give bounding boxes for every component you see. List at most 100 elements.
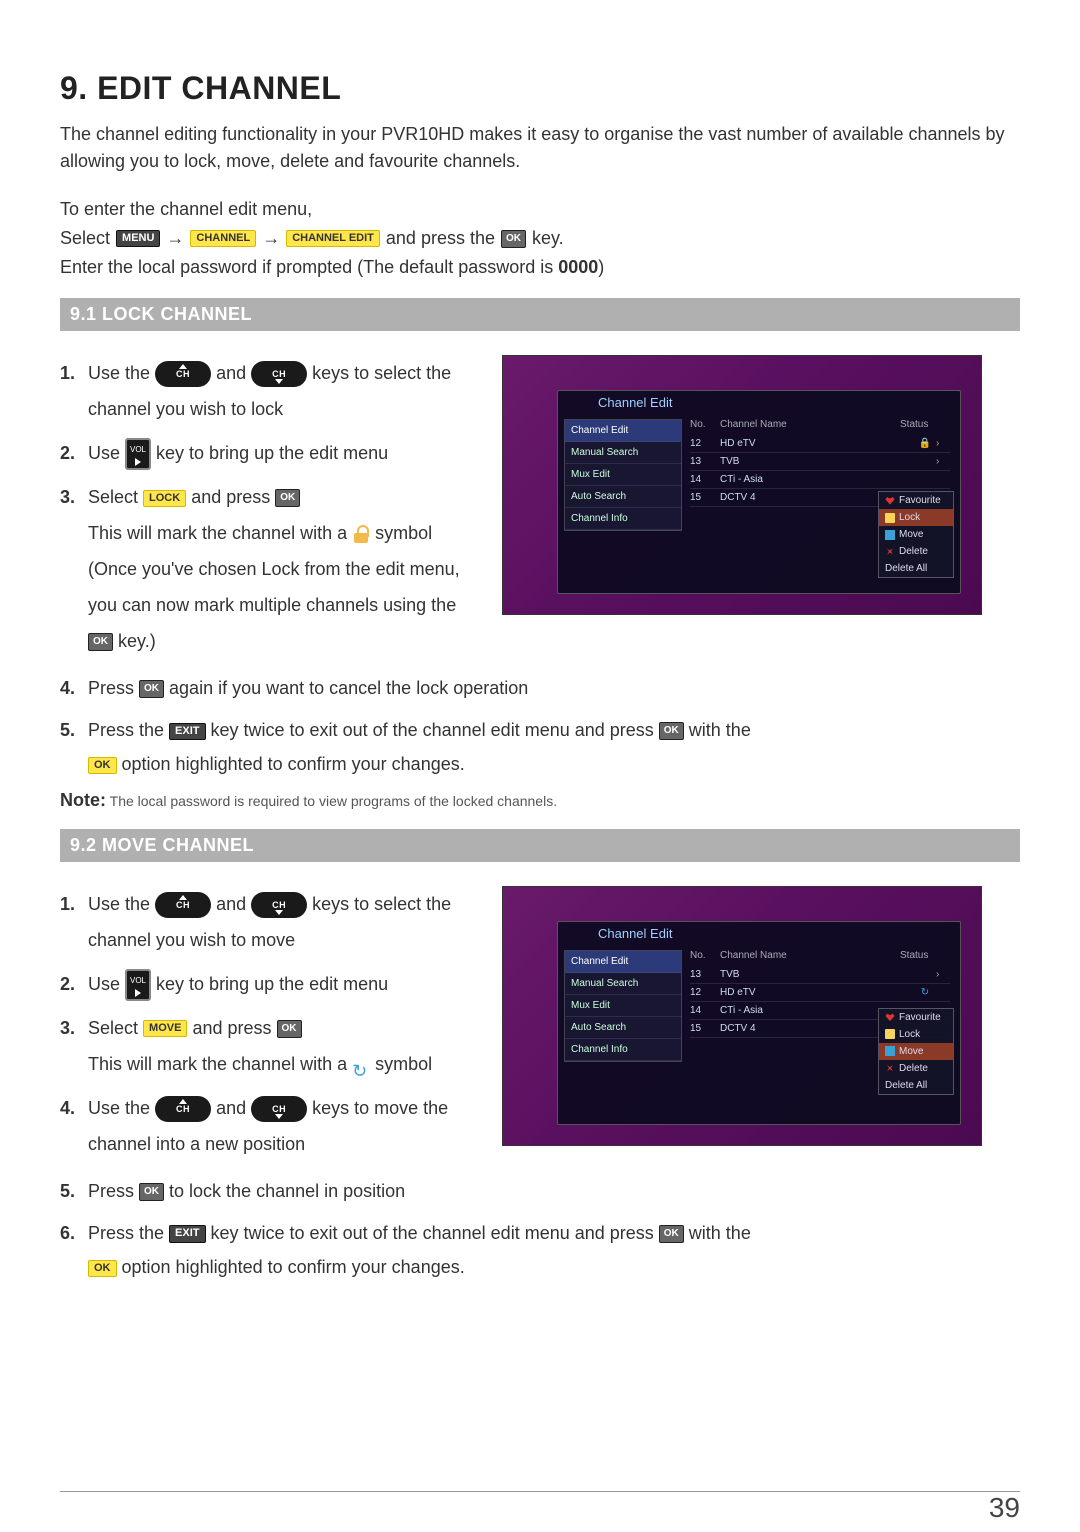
- text: Use the: [88, 363, 155, 383]
- move-step-3: 3. Select MOVE and press OK This will ma…: [88, 1010, 480, 1082]
- menu-key-badge: MENU: [116, 230, 160, 247]
- text: key to bring up the edit menu: [156, 443, 388, 463]
- text: and: [216, 1098, 251, 1118]
- page-footer-rule: [60, 1491, 1020, 1492]
- shot-table-header: No.Channel NameStatus: [690, 419, 950, 430]
- pw-suffix: ): [598, 257, 604, 277]
- move-option-badge: MOVE: [143, 1020, 187, 1037]
- text: and: [216, 894, 251, 914]
- sidebar-item: Manual Search: [565, 442, 681, 464]
- sidebar-item: Channel Info: [565, 1039, 681, 1061]
- section-9-2-header: 9.2 MOVE CHANNEL: [60, 829, 1020, 862]
- lock-step-5: 5. Press the EXIT key twice to exit out …: [88, 713, 1020, 781]
- password-line: Enter the local password if prompted (Th…: [60, 257, 1020, 278]
- text: Use: [88, 443, 125, 463]
- sidebar-item: Auto Search: [565, 1017, 681, 1039]
- text: key to bring up the edit menu: [156, 974, 388, 994]
- ok-option-badge: OK: [88, 757, 117, 774]
- text: and press: [191, 487, 275, 507]
- ok-key-badge: OK: [659, 722, 684, 740]
- sidebar-item: Channel Edit: [565, 420, 681, 442]
- ch-up-key-icon: CH: [155, 1096, 211, 1122]
- ok-key-badge: OK: [139, 680, 164, 698]
- sidebar-item: Auto Search: [565, 486, 681, 508]
- ch-up-key-icon: CH: [155, 361, 211, 387]
- lock-option-badge: LOCK: [143, 490, 186, 507]
- move-step-6: 6. Press the EXIT key twice to exit out …: [88, 1216, 1020, 1284]
- lock-step-2: 2. Use VOL key to bring up the edit menu: [88, 435, 480, 471]
- ch-up-key-icon: CH: [155, 892, 211, 918]
- shot-sidebar: Channel Edit Manual Search Mux Edit Auto…: [564, 950, 682, 1062]
- heart-icon: [885, 496, 895, 506]
- vol-right-key-icon: VOL: [125, 438, 151, 470]
- lock-icon: [885, 1029, 895, 1039]
- channel-edit-menu-badge: CHANNEL EDIT: [286, 230, 380, 247]
- lock-icon: [352, 525, 370, 543]
- shot-popup: Favourite Lock Move Delete Delete All: [878, 1008, 954, 1095]
- note-label: Note:: [60, 790, 106, 810]
- intro-text: The channel editing functionality in you…: [60, 121, 1020, 175]
- ok-key-badge: OK: [501, 230, 526, 248]
- ok-option-badge: OK: [88, 1260, 117, 1277]
- screenshot-lock: Channel Edit Channel Edit Manual Search …: [502, 355, 982, 615]
- text: with the: [689, 1223, 751, 1243]
- ok-key-badge: OK: [139, 1183, 164, 1201]
- text: symbol: [375, 1054, 432, 1074]
- move-step-2: 2. Use VOL key to bring up the edit menu: [88, 966, 480, 1002]
- move-step-4: 4. Use the CH and CH keys to move the ch…: [88, 1090, 480, 1162]
- text: Press: [88, 678, 139, 698]
- lock-step-4: 4. Press OK again if you want to cancel …: [88, 671, 1020, 705]
- ok-key-badge: OK: [275, 489, 300, 507]
- pw-prefix: Enter the local password if prompted (Th…: [60, 257, 558, 277]
- move-icon: [352, 1057, 370, 1073]
- text: with the: [689, 720, 751, 740]
- select-prefix: Select: [60, 228, 110, 249]
- text: to lock the channel in position: [169, 1181, 405, 1201]
- select-mid: and press the: [386, 228, 495, 249]
- move-step-1: 1. Use the CH and CH keys to select the …: [88, 886, 480, 958]
- text: option highlighted to confirm your chang…: [122, 754, 465, 774]
- section-9-1-header: 9.1 LOCK CHANNEL: [60, 298, 1020, 331]
- note-line: Note: The local password is required to …: [60, 790, 1020, 811]
- page-heading: 9. EDIT CHANNEL: [60, 70, 1020, 107]
- delete-icon: [885, 547, 895, 557]
- text: key twice to exit out of the channel edi…: [211, 720, 659, 740]
- ok-key-badge: OK: [277, 1020, 302, 1038]
- move-icon: [885, 530, 895, 540]
- select-suffix: key.: [532, 228, 564, 249]
- ok-key-badge: OK: [88, 633, 113, 651]
- text: Press the: [88, 1223, 169, 1243]
- sidebar-item: Manual Search: [565, 973, 681, 995]
- lock-step-1: 1. Use the CH and CH keys to select the …: [88, 355, 480, 427]
- enter-instruction: To enter the channel edit menu,: [60, 199, 1020, 220]
- text: Press: [88, 1181, 139, 1201]
- text: Select: [88, 487, 143, 507]
- sidebar-item: Mux Edit: [565, 995, 681, 1017]
- text: Use: [88, 974, 125, 994]
- text: and: [216, 363, 251, 383]
- text: Use the: [88, 1098, 155, 1118]
- channel-menu-badge: CHANNEL: [190, 230, 256, 247]
- shot-sidebar: Channel Edit Manual Search Mux Edit Auto…: [564, 419, 682, 531]
- move-icon: [885, 1046, 895, 1056]
- screenshot-move: Channel Edit Channel Edit Manual Search …: [502, 886, 982, 1146]
- ok-key-badge: OK: [659, 1225, 684, 1243]
- text: Use the: [88, 894, 155, 914]
- ch-down-key-icon: CH: [251, 361, 307, 387]
- lock-step-3: 3. Select LOCK and press OK This will ma…: [88, 479, 480, 659]
- exit-key-badge: EXIT: [169, 723, 205, 740]
- text: This will mark the channel with a: [88, 523, 352, 543]
- text: and press: [192, 1018, 276, 1038]
- text: key.): [118, 631, 156, 651]
- sidebar-item: Channel Edit: [565, 951, 681, 973]
- text: This will mark the channel with a: [88, 1054, 352, 1074]
- exit-key-badge: EXIT: [169, 1225, 205, 1242]
- pw-value: 0000: [558, 257, 598, 277]
- note-text: The local password is required to view p…: [106, 793, 557, 809]
- shot-title: Channel Edit: [598, 395, 672, 410]
- ch-down-key-icon: CH: [251, 1096, 307, 1122]
- shot-title: Channel Edit: [598, 926, 672, 941]
- delete-icon: [885, 1063, 895, 1073]
- text: key twice to exit out of the channel edi…: [211, 1223, 659, 1243]
- page-number: 39: [989, 1492, 1020, 1524]
